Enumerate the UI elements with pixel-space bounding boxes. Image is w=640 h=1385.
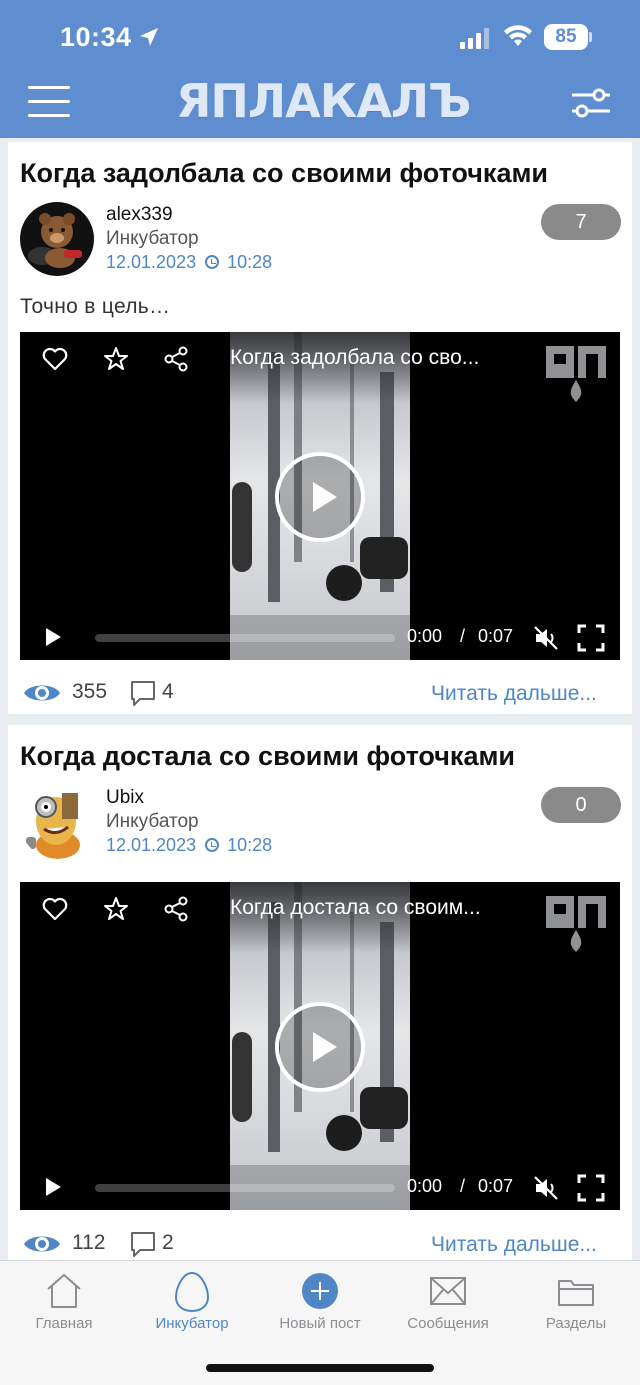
tab-home[interactable]: Главная <box>0 1261 128 1351</box>
cellular-signal-icon <box>460 28 489 49</box>
post-datetime: 12.01.2023 10:28 <box>106 835 272 856</box>
video-time-separator: / <box>460 626 466 646</box>
mute-icon[interactable] <box>533 625 559 651</box>
home-icon <box>47 1274 81 1308</box>
video-player[interactable]: Когда задолбала со сво... 0:00 / 0:07 <box>20 332 620 660</box>
tab-sections[interactable]: Разделы <box>512 1261 640 1351</box>
read-more-link[interactable]: Читать дальше... <box>431 682 597 706</box>
video-player[interactable]: Когда достала со своим... 0:00 / 0:07 <box>20 882 620 1210</box>
star-icon[interactable] <box>103 896 129 922</box>
comment-icon[interactable] <box>129 679 157 707</box>
post-time: 10:28 <box>227 835 273 855</box>
post-section[interactable]: Инкубатор <box>106 228 199 250</box>
author-name[interactable]: Ubix <box>106 787 144 809</box>
video-time-separator: / <box>460 1176 466 1196</box>
home-indicator[interactable] <box>206 1364 434 1372</box>
post-time: 10:28 <box>227 252 273 272</box>
tab-incubator[interactable]: Инкубатор <box>128 1261 256 1351</box>
post-title[interactable]: Когда задолбала со своими фоточками <box>20 158 548 189</box>
share-icon[interactable] <box>163 896 189 922</box>
post-date: 12.01.2023 <box>106 252 197 272</box>
egg-icon <box>174 1271 210 1313</box>
author-avatar[interactable] <box>20 202 94 276</box>
comments-count[interactable]: 2 <box>162 1231 174 1255</box>
battery-nub <box>589 32 592 42</box>
heart-icon[interactable] <box>42 346 68 372</box>
post-card: Когда задолбала со своими фоточками alex… <box>8 142 632 714</box>
rating-badge[interactable]: 0 <box>541 787 621 823</box>
author-name[interactable]: alex339 <box>106 204 173 226</box>
yp-watermark-icon <box>546 346 606 402</box>
video-controls-bar: 0:00 / 0:07 <box>20 615 620 660</box>
tab-label: Инкубатор <box>155 1315 229 1332</box>
plus-circle-icon <box>302 1273 338 1309</box>
tab-messages[interactable]: Сообщения <box>384 1261 512 1351</box>
video-current-time: 0:00 <box>407 626 443 646</box>
battery-indicator: 85 <box>544 24 592 50</box>
video-current-time: 0:00 <box>407 1176 443 1196</box>
envelope-icon <box>430 1277 466 1305</box>
heart-icon[interactable] <box>42 896 68 922</box>
tab-label: Сообщения <box>407 1315 489 1332</box>
star-icon[interactable] <box>103 346 129 372</box>
fullscreen-icon[interactable] <box>577 1174 605 1202</box>
eye-icon <box>24 685 60 701</box>
tab-label: Разделы <box>545 1315 607 1332</box>
tab-label: Новый пост <box>279 1315 361 1332</box>
clock-icon <box>205 255 220 269</box>
read-more-link[interactable]: Читать дальше... <box>431 1233 597 1257</box>
comments-count[interactable]: 4 <box>162 680 174 704</box>
battery-level: 85 <box>544 24 588 50</box>
mute-icon[interactable] <box>533 1175 559 1201</box>
rating-badge[interactable]: 7 <box>541 204 621 240</box>
video-duration: 0:07 <box>478 626 514 646</box>
site-logo[interactable]: ЯПЛАКАЛЪ <box>176 74 471 128</box>
views-count: 112 <box>72 1231 106 1254</box>
seek-bar[interactable] <box>95 634 395 642</box>
video-title: Когда достала со своим... <box>230 896 481 919</box>
play-button[interactable] <box>275 452 365 542</box>
comment-icon[interactable] <box>129 1230 157 1258</box>
tab-new-post[interactable]: Новый пост <box>256 1261 384 1351</box>
post-title[interactable]: Когда достала со своими фоточками <box>20 741 515 772</box>
fullscreen-icon[interactable] <box>577 624 605 652</box>
eye-icon <box>24 1236 60 1252</box>
video-controls-bar: 0:00 / 0:07 <box>20 1165 620 1210</box>
video-duration: 0:07 <box>478 1176 514 1196</box>
views-count: 355 <box>72 680 108 703</box>
post-section[interactable]: Инкубатор <box>106 811 199 833</box>
filter-settings-icon[interactable] <box>570 86 612 120</box>
video-title: Когда задолбала со сво... <box>230 346 480 369</box>
top-bar: 10:34 85 ЯПЛАКАЛЪ <box>0 0 640 138</box>
play-icon[interactable] <box>44 627 62 647</box>
post-card: Когда достала со своими фоточками Ubix И… <box>8 725 632 1265</box>
status-time: 10:34 <box>60 22 132 52</box>
play-button[interactable] <box>275 1002 365 1092</box>
location-arrow-icon <box>140 28 158 46</box>
tab-label: Главная <box>35 1315 93 1332</box>
author-avatar[interactable] <box>20 785 94 859</box>
hamburger-menu-button[interactable] <box>28 84 70 120</box>
play-icon[interactable] <box>44 1177 62 1197</box>
post-text: Точно в цель… <box>20 295 171 318</box>
folder-icon <box>558 1280 594 1306</box>
status-bar: 10:34 85 <box>0 0 640 72</box>
yp-watermark-icon <box>546 896 606 952</box>
clock-icon <box>205 838 220 852</box>
post-datetime: 12.01.2023 10:28 <box>106 252 272 273</box>
wifi-icon <box>504 25 532 46</box>
seek-bar[interactable] <box>95 1184 395 1192</box>
post-date: 12.01.2023 <box>106 835 197 855</box>
share-icon[interactable] <box>163 346 189 372</box>
